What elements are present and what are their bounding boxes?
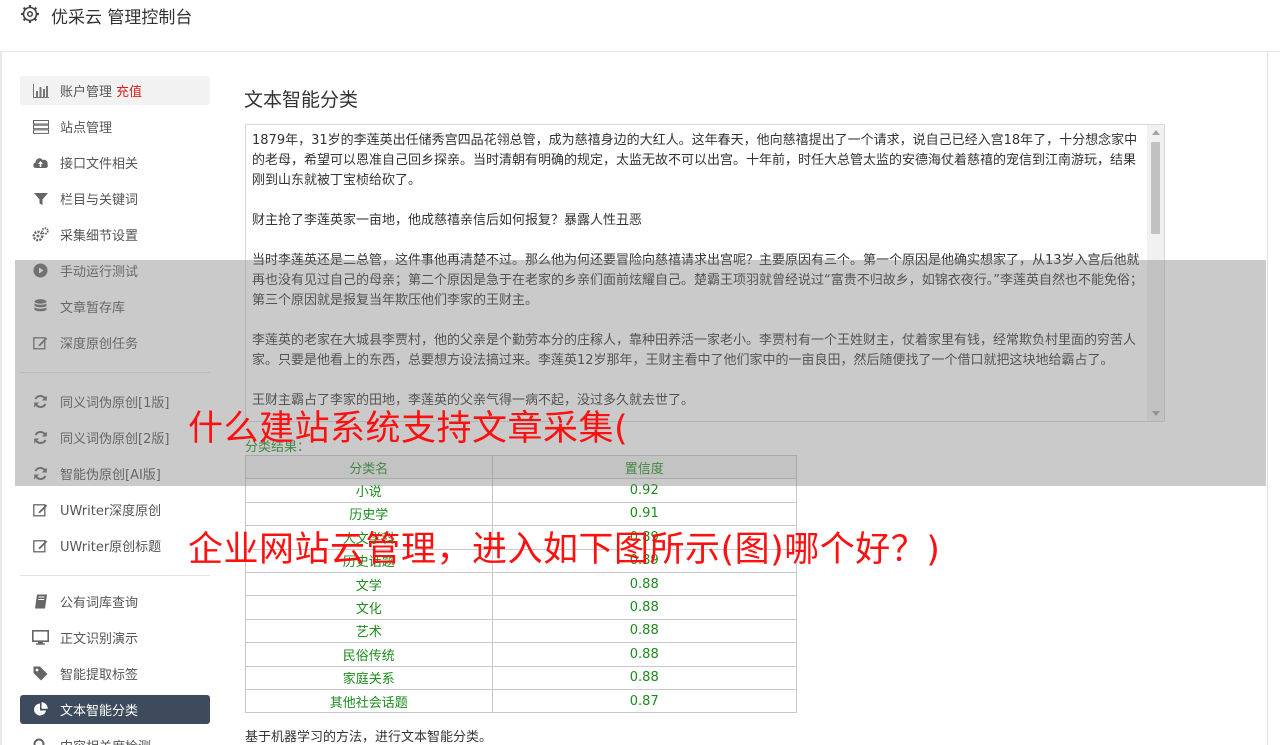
recharge-link[interactable]: 充值 <box>116 81 142 100</box>
category-cell: 其他社会话题 <box>245 688 493 714</box>
sidebar-item-columns-keywords[interactable]: 栏目与关键词 <box>20 184 210 213</box>
sidebar-item-label: UWriter原创标题 <box>60 540 162 555</box>
sidebar-item-text-recognition[interactable]: 正文识别演示 <box>20 623 210 652</box>
text-paragraph: 财主抢了李莲英家一亩地，他成慈禧亲信后如何报复？暴露人性丑恶 <box>252 213 643 228</box>
page-title: 文本智能分类 <box>244 89 359 111</box>
gears-icon <box>32 226 49 243</box>
bar-chart-icon <box>32 82 49 99</box>
confidence-cell: 0.88 <box>491 642 798 667</box>
table-row: 艺术 0.88 <box>245 618 798 644</box>
sidebar-item-uwriter-title[interactable]: UWriter原创标题 <box>20 531 210 560</box>
sidebar-item-interface-files[interactable]: 接口文件相关 <box>20 148 210 177</box>
sidebar-item-label: 内容相关度检测 <box>60 736 151 745</box>
scroll-thumb[interactable] <box>1151 142 1160 234</box>
cloud-upload-icon <box>32 154 49 171</box>
edit-icon <box>32 501 49 518</box>
confidence-cell: 0.87 <box>491 688 798 714</box>
sidebar-item-account[interactable]: 账户管理 充值 <box>20 76 210 105</box>
confidence-cell: 0.88 <box>491 618 798 644</box>
sidebar-item-label: 栏目与关键词 <box>60 193 139 208</box>
sidebar-item-label: 站点管理 <box>60 121 113 136</box>
sidebar-item-label: UWriter深度原创 <box>60 504 162 519</box>
app-title: 优采云 管理控制台 <box>51 8 193 28</box>
confidence-cell: 0.88 <box>491 665 798 690</box>
confidence-cell: 0.88 <box>491 595 798 620</box>
category-cell: 艺术 <box>245 618 493 644</box>
monitor-icon <box>32 629 49 646</box>
sidebar-item-public-lexicon[interactable]: 公有词库查询 <box>20 587 210 616</box>
overlay-headline-line2: 企业网站云管理，进入如下图所示(图)哪个好？) <box>188 530 941 570</box>
overlay-headline-line1: 什么建站系统支持文章采集( <box>188 409 629 449</box>
sidebar-item-relevance-check[interactable]: 内容相关度检测 <box>20 731 210 745</box>
scroll-up-arrow-icon[interactable] <box>1152 130 1160 135</box>
sidebar-item-label: 智能提取标签 <box>60 668 139 683</box>
pie-chart-icon <box>32 701 49 718</box>
category-cell: 文化 <box>245 595 493 620</box>
sidebar-item-collect-settings[interactable]: 采集细节设置 <box>20 220 210 249</box>
server-icon <box>32 118 49 135</box>
result-table: 分类名 置信度 小说 0.92 历史学 0.91 人文学科 0.89 历史话题 0.89… <box>245 454 798 714</box>
search-icon <box>32 737 49 745</box>
gear-icon <box>21 5 39 23</box>
sidebar-item-smart-tags[interactable]: 智能提取标签 <box>20 659 210 688</box>
table-row: 民俗传统 0.88 <box>245 642 798 667</box>
category-cell: 家庭关系 <box>245 665 493 690</box>
edit-icon <box>32 537 49 554</box>
page-frame <box>0 0 2 745</box>
sidebar-item-text-classification[interactable]: 文本智能分类 <box>20 695 210 724</box>
table-row: 其他社会话题 0.87 <box>245 688 798 714</box>
top-bar: 优采云 管理控制台 <box>0 0 1280 52</box>
tag-icon <box>32 665 49 682</box>
table-row: 家庭关系 0.88 <box>245 665 798 690</box>
filter-icon <box>32 190 49 207</box>
page-frame-edge <box>1267 0 1268 745</box>
sidebar-item-sites[interactable]: 站点管理 <box>20 112 210 141</box>
table-row: 文化 0.88 <box>245 595 798 620</box>
sidebar-item-label: 采集细节设置 <box>60 229 139 244</box>
footnote: 基于机器学习的方法，进行文本智能分类。 <box>245 730 493 745</box>
table-row: 文学 0.88 <box>245 571 798 597</box>
sidebar-item-label: 文本智能分类 <box>60 704 139 719</box>
gray-overlay-band <box>15 260 1266 486</box>
sidebar-item-label: 公有词库查询 <box>60 596 139 611</box>
confidence-cell: 0.88 <box>491 571 798 597</box>
sidebar-item-label: 账户管理 <box>60 85 113 100</box>
book-icon <box>32 593 49 610</box>
sidebar-item-uwriter-deep[interactable]: UWriter深度原创 <box>20 495 210 524</box>
category-cell: 文学 <box>245 571 493 597</box>
text-paragraph: 1879年，31岁的李莲英出任储秀宫四品花翎总管，成为慈禧身边的大红人。这年春天… <box>252 133 1138 188</box>
category-cell: 民俗传统 <box>245 642 493 667</box>
sidebar-divider <box>20 575 210 576</box>
sidebar-item-label: 接口文件相关 <box>60 157 139 172</box>
sidebar-item-label: 正文识别演示 <box>60 632 139 647</box>
